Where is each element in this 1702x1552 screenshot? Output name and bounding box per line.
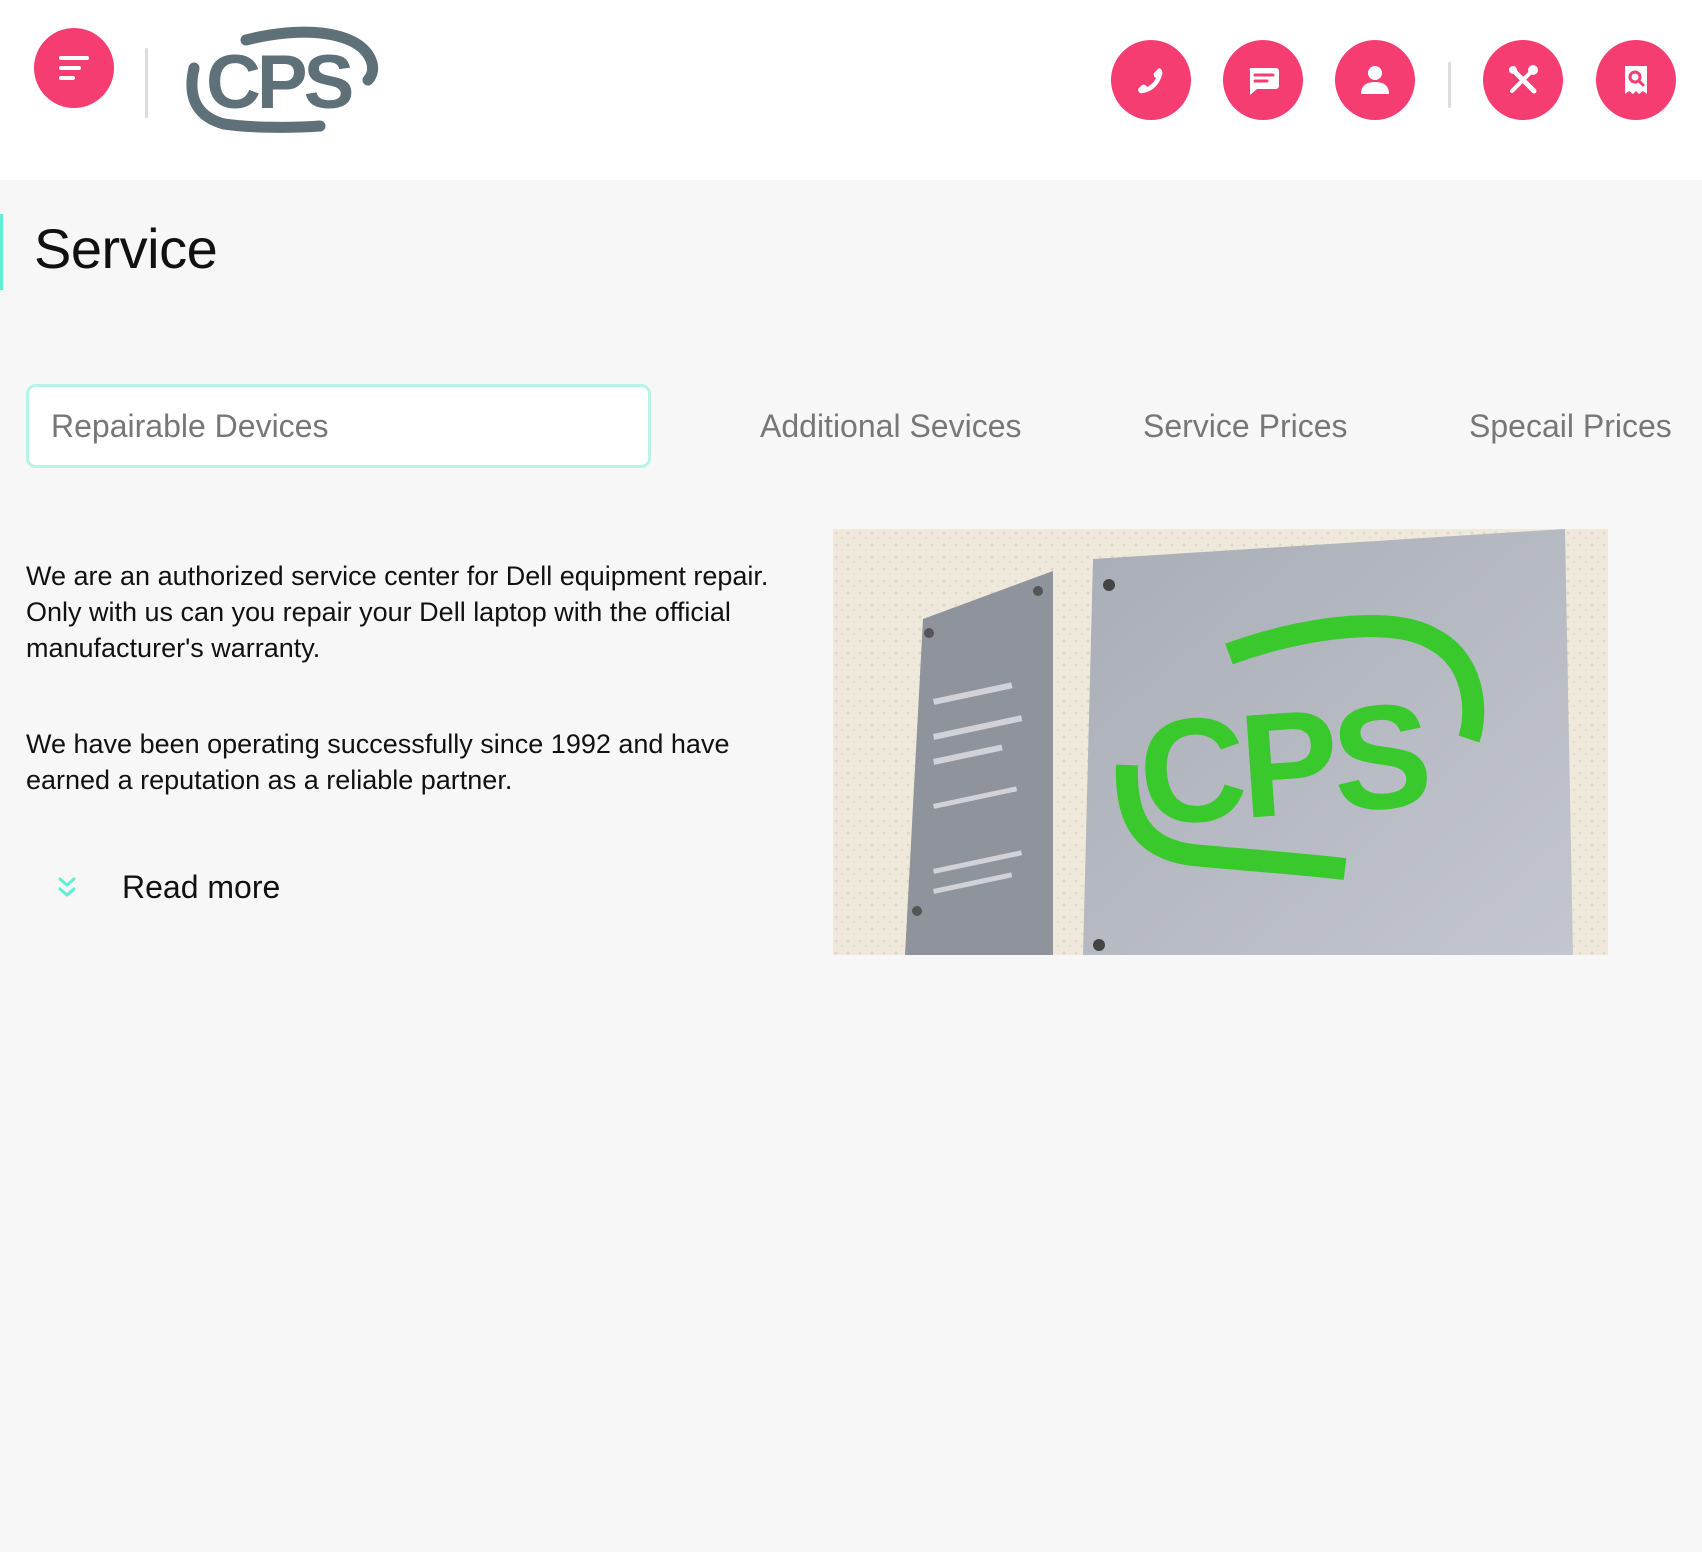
page-title: Service: [34, 217, 218, 280]
title-accent-bar: [0, 214, 3, 290]
chevron-double-down-icon: [58, 877, 76, 897]
menu-icon: [59, 56, 89, 80]
menu-button[interactable]: [34, 28, 114, 108]
receipt-search-icon: [1625, 66, 1647, 94]
read-more-link[interactable]: Read more: [48, 862, 280, 912]
service-description: We are an authorized service center for …: [26, 558, 816, 798]
cps-logo[interactable]: CPS: [180, 24, 380, 136]
chat-button[interactable]: [1223, 40, 1303, 120]
chat-icon: [1249, 68, 1279, 95]
svg-text:CPS: CPS: [206, 40, 352, 125]
site-header: CPS: [0, 0, 1702, 180]
office-sign-image: CPS: [833, 529, 1608, 955]
tools-icon: [1509, 65, 1538, 94]
office-sign-photo: CPS: [833, 529, 1608, 955]
header-divider: [145, 48, 148, 118]
tab-additional-services[interactable]: Additional Sevices: [760, 384, 1021, 468]
svg-text:CPS: CPS: [1134, 672, 1431, 857]
repair-button[interactable]: [1483, 40, 1563, 120]
phone-icon: [1138, 68, 1163, 94]
receipt-button[interactable]: [1596, 40, 1676, 120]
read-more-label: Read more: [122, 868, 281, 905]
paragraph-history: We have been operating successfully sinc…: [26, 729, 730, 795]
tab-special-prices[interactable]: Specail Prices: [1469, 384, 1672, 468]
tab-repairable-devices[interactable]: Repairable Devices: [26, 384, 651, 468]
header-divider: [1448, 62, 1451, 108]
account-button[interactable]: [1335, 40, 1415, 120]
user-icon: [1361, 66, 1389, 94]
phone-button[interactable]: [1111, 40, 1191, 120]
paragraph-authorized: We are an authorized service center for …: [26, 561, 769, 663]
tab-service-prices[interactable]: Service Prices: [1143, 384, 1348, 468]
cps-logo-icon: CPS: [186, 26, 379, 133]
